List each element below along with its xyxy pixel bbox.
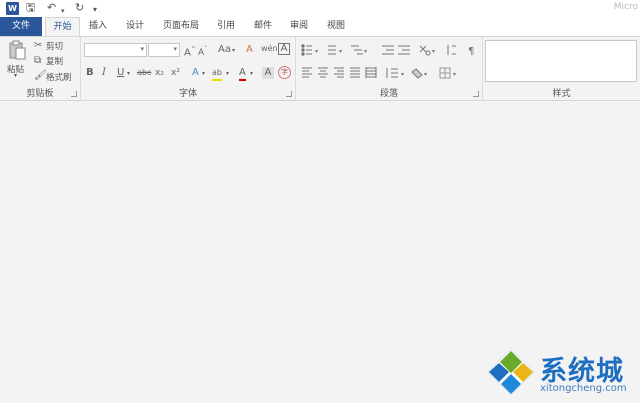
svg-text:▾: ▾ [432,48,435,55]
customize-quick-access-icon[interactable]: ▾ [93,3,97,17]
chevron-down-icon[interactable]: ▾ [226,68,229,80]
watermark-logo: 系统城 xitongcheng.com [486,347,636,397]
tab-file[interactable]: 文件 [0,17,42,36]
font-color-icon[interactable]: A [239,67,246,81]
font-size-combo[interactable]: ▾ [148,43,180,57]
paste-button[interactable]: 粘贴 ▾ [5,40,29,79]
enclose-characters-icon[interactable]: 字 [278,66,291,79]
font-dialog-launcher-icon[interactable] [286,91,292,97]
paragraph-group-label: 段落 [379,89,398,99]
watermark-url: xitongcheng.com [540,383,627,394]
word-app-icon[interactable]: W [6,2,19,15]
svg-text:▾: ▾ [315,48,318,55]
grow-font-icon[interactable]: A^ [184,44,196,59]
save-icon[interactable]: 🖫 [26,1,35,15]
clipboard-group: 粘贴 ▾ ✂ 剪切 ⧉ 复制 🖌 格式刷 剪贴板 [0,37,81,100]
tab-review[interactable]: 审阅 [285,17,313,36]
superscript-icon[interactable]: x² [171,67,180,79]
strikethrough-icon[interactable]: abc [137,67,151,79]
bullets-icon [301,44,312,56]
paragraph-group: ▾ ▾ ▾ ▾ ¶ ▾ ▾ ▾ 段落 [296,37,483,100]
undo-icon[interactable]: ↶ [47,1,56,15]
redo-icon[interactable]: ↻ [75,1,84,15]
styles-gallery[interactable] [485,40,637,82]
multilevel-list-icon [351,45,363,55]
numbering-icon [328,45,336,55]
tab-view[interactable]: 视图 [322,17,350,36]
svg-text:▾: ▾ [364,48,367,55]
paste-dropdown-icon: ▾ [14,72,18,79]
increase-indent-icon [398,45,410,55]
svg-text:▾: ▾ [453,71,456,78]
svg-text:▾: ▾ [424,71,427,78]
character-shading-icon[interactable]: A [262,67,274,79]
ribbon: 粘贴 ▾ ✂ 剪切 ⧉ 复制 🖌 格式刷 剪贴板 ▾ ▾ A^ Aˇ Aa ▾ … [0,36,640,101]
svg-text:▾: ▾ [339,48,342,55]
chevron-down-icon[interactable]: ▾ [202,68,205,80]
italic-icon[interactable]: I [102,67,106,79]
highlight-icon[interactable]: ab [212,67,222,81]
svg-text:▾: ▾ [401,71,404,78]
format-painter-icon[interactable]: 🖌 [34,70,47,82]
character-border-icon[interactable]: A [278,43,290,55]
paragraph-shading-icon [411,68,423,79]
tab-home[interactable]: 开始 [45,17,80,37]
chevron-down-icon[interactable]: ▾ [250,68,253,80]
paste-icon [9,40,26,60]
clipboard-dialog-launcher-icon[interactable] [71,91,77,97]
distributed-icon [365,67,377,78]
paragraph-dialog-launcher-icon[interactable] [473,91,479,97]
copy-label[interactable]: 复制 [46,55,63,67]
tab-mailings[interactable]: 邮件 [249,17,277,36]
chevron-down-icon: ▾ [173,45,177,53]
shrink-font-icon[interactable]: Aˇ [198,44,207,59]
cut-label[interactable]: 剪切 [46,40,63,52]
underline-icon[interactable]: U [117,67,124,79]
font-group-label: 字体 [178,89,197,99]
borders-icon [439,67,451,79]
ribbon-tab-row: 文件 开始 插入 设计 页面布局 引用 邮件 审阅 视图 [0,17,640,37]
paragraph-row2-icons: ▾ ▾ ▾ [302,67,456,79]
sort-icon [447,45,456,55]
line-spacing-icon [386,68,398,78]
styles-group-label: 样式 [552,89,571,99]
clipboard-group-label: 剪贴板 [26,89,54,99]
tab-page-layout[interactable]: 页面布局 [157,17,205,36]
subscript-icon[interactable]: x₂ [155,67,164,79]
tab-references[interactable]: 引用 [212,17,240,36]
cut-icon[interactable]: ✂ [34,40,42,52]
text-effects-icon[interactable]: A [192,67,199,79]
decrease-indent-icon [382,45,394,55]
diamond-logo-icon [487,348,535,396]
align-center-icon [318,67,328,78]
chevron-down-icon[interactable]: ▾ [232,45,235,57]
tab-design[interactable]: 设计 [121,17,149,36]
phonetic-guide-icon[interactable]: wén [261,43,278,55]
undo-dropdown-icon[interactable]: ▾ [61,4,65,18]
chevron-down-icon: ▾ [140,45,144,53]
chevron-down-icon[interactable]: ▾ [127,68,130,80]
paragraph-row1-icons: ▾ ▾ ▾ ▾ ¶ [301,44,474,57]
tab-insert[interactable]: 插入 [84,17,112,36]
justify-icon [350,67,360,78]
copy-icon[interactable]: ⧉ [34,55,41,67]
title-bar: W 🖫 ↶ ▾ ↻ ▾ Micro [0,0,640,17]
font-group: ▾ ▾ A^ Aˇ Aa ▾ A wén A B I U ▾ abc x₂ x²… [81,37,296,100]
format-painter-label[interactable]: 格式刷 [46,71,72,83]
show-marks-icon: ¶ [468,46,474,57]
bold-icon[interactable]: B [86,67,94,79]
align-right-icon [334,67,344,78]
align-left-icon [302,67,312,78]
change-case-icon[interactable]: Aa [218,44,231,56]
font-name-combo[interactable]: ▾ [84,43,147,57]
chinese-layout-icon [419,45,431,56]
clear-formatting-icon[interactable]: A [246,44,253,56]
window-title: Micro [613,2,638,12]
